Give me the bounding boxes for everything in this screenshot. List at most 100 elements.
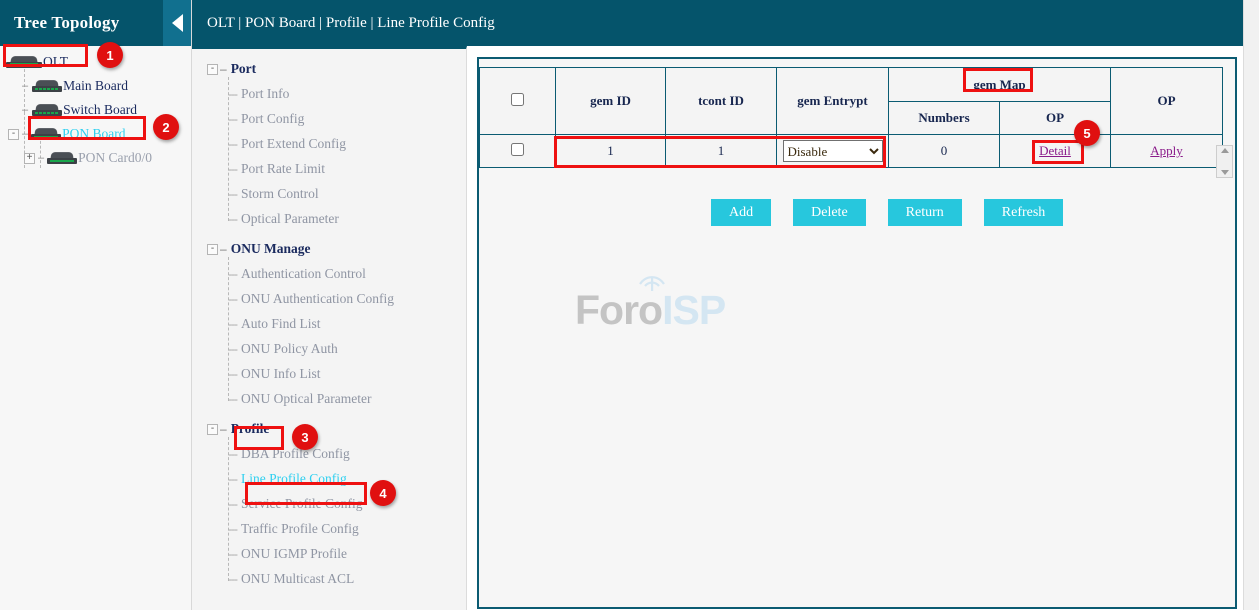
nav-item-label: Authentication Control [241, 266, 366, 282]
nav-group-onu-manage: - – ONU Manage ---Authentication Control… [192, 237, 466, 411]
main-content-area: ForoISP gem ID tcont ID gem Entrypt gem … [477, 57, 1237, 609]
select-all-checkbox[interactable] [511, 93, 524, 106]
nav-item-optical-parameter[interactable]: ---Optical Parameter [228, 206, 466, 231]
detail-link[interactable]: Detail [1039, 143, 1071, 158]
nav-tick-icon: --- [228, 367, 237, 381]
nav-group-label: ONU Manage [231, 241, 311, 257]
nav-expander-icon[interactable]: - [207, 64, 218, 75]
nav-item-label: ONU Info List [241, 366, 321, 382]
nav-tick-icon: --- [228, 522, 237, 536]
nav-item-authentication-control[interactable]: ---Authentication Control [228, 261, 466, 286]
nav-item-onu-optical-parameter[interactable]: ---ONU Optical Parameter [228, 386, 466, 411]
cell-numbers: 0 [889, 135, 1000, 168]
add-button[interactable]: Add [711, 199, 771, 226]
nav-item-onu-authentication-config[interactable]: --- ONU Authentication Config [228, 286, 466, 311]
nav-item-line-profile-config[interactable]: --- Line Profile Config [228, 466, 466, 491]
nav-item-label: Port Extend Config [241, 136, 346, 152]
caret-up-icon[interactable] [1221, 148, 1229, 153]
nav-item-port-info[interactable]: ---Port Info [228, 81, 466, 106]
annotation-badge-5: 5 [1074, 120, 1100, 146]
tree-branch-dash: – [22, 104, 28, 116]
nav-item-service-profile-config[interactable]: ---Service Profile Config [228, 491, 466, 516]
table-header-row-1: gem ID tcont ID gem Entrypt gem Map OP [480, 68, 1223, 102]
nav-item-label: Port Rate Limit [241, 161, 325, 177]
gem-entrypt-select[interactable]: Disable Enable [783, 140, 883, 162]
apply-link[interactable]: Apply [1150, 143, 1183, 158]
tree-node-label: OLT [43, 54, 68, 70]
return-button[interactable]: Return [888, 199, 962, 226]
nav-group-label: Profile [231, 421, 270, 437]
tree-panel-title: Tree Topology [0, 13, 119, 33]
nav-item-label: Storm Control [241, 186, 319, 202]
tree-expander-expand[interactable]: + [24, 153, 35, 164]
table-head: gem ID tcont ID gem Entrypt gem Map OP N… [480, 68, 1223, 135]
nav-tick-icon: --- [228, 292, 237, 306]
nav-group-port: - – Port ---Port Info ---Port Config ---… [192, 57, 466, 231]
row-checkbox[interactable] [511, 143, 524, 156]
nav-item-label: ONU Optical Parameter [241, 391, 371, 407]
device-board-icon [32, 80, 62, 93]
tree-node-olt[interactable]: OLT [0, 50, 191, 74]
table-vertical-scrollbar[interactable] [1216, 145, 1233, 178]
tree-branch-dash: – [38, 152, 44, 164]
nav-item-auto-find-list[interactable]: ---Auto Find List [228, 311, 466, 336]
annotation-badge-4: 4 [370, 480, 396, 506]
tree-node-label: PON Board [62, 126, 125, 142]
table-row: 1 1 Disable Enable 0 Detail Apply [480, 135, 1223, 168]
refresh-button[interactable]: Refresh [984, 199, 1064, 226]
nav-item-label: Auto Find List [241, 316, 321, 332]
page-scrollbar[interactable] [1243, 0, 1259, 610]
nav-group-label: Port [231, 61, 256, 77]
watermark-foro: Foro [575, 287, 662, 333]
cell-gem-id: 1 [556, 135, 666, 168]
delete-button[interactable]: Delete [793, 199, 866, 226]
header-gem-id: gem ID [556, 68, 666, 135]
nav-item-label: Line Profile Config [241, 471, 347, 487]
nav-tick-icon: --- [228, 162, 237, 176]
nav-item-label: Port Config [241, 111, 304, 127]
nav-expander-icon[interactable]: - [207, 424, 218, 435]
header-op: OP [1111, 68, 1223, 135]
foroisp-watermark: ForoISP [575, 287, 725, 334]
nav-item-onu-info-list[interactable]: --- ONU Info List [228, 361, 466, 386]
nav-tick-icon: --- [228, 137, 237, 151]
tree-node-label: Switch Board [63, 102, 137, 118]
table-body: 1 1 Disable Enable 0 Detail Apply [480, 135, 1223, 168]
sidebar-collapse-button[interactable] [163, 0, 191, 46]
nav-item-port-extend-config[interactable]: --- Port Extend Config [228, 131, 466, 156]
nav-item-traffic-profile-config[interactable]: --- Traffic Profile Config [228, 516, 466, 541]
tree-expander-collapse[interactable]: - [8, 129, 19, 140]
tree-node-main-board[interactable]: – Main Board [0, 74, 191, 98]
cell-op: Apply [1111, 135, 1223, 168]
device-olt-icon [6, 56, 42, 69]
nav-item-port-rate-limit[interactable]: --- Port Rate Limit [228, 156, 466, 181]
nav-tick-icon: --- [228, 472, 237, 486]
nav-expander-icon[interactable]: - [207, 244, 218, 255]
antenna-signal-icon [635, 269, 669, 291]
tree-body: OLT – Main Board – Switch Board - [0, 46, 191, 170]
nav-item-onu-igmp-profile[interactable]: ---ONU IGMP Profile [228, 541, 466, 566]
nav-tick-icon: --- [228, 342, 237, 356]
nav-group-header[interactable]: - – Port [192, 57, 466, 81]
nav-branch-dash: – [220, 62, 227, 76]
nav-item-onu-policy-auth[interactable]: --- ONU Policy Auth [228, 336, 466, 361]
tree-node-pon-card[interactable]: + – PON Card0/0 [0, 146, 191, 170]
caret-down-icon[interactable] [1221, 170, 1229, 175]
nav-item-storm-control[interactable]: ---Storm Control [228, 181, 466, 206]
page-root: Tree Topology OLT – [0, 0, 1259, 610]
nav-item-label: Port Info [241, 86, 289, 102]
nav-item-dba-profile-config[interactable]: ---DBA Profile Config [228, 441, 466, 466]
nav-item-label: ONU Policy Auth [241, 341, 338, 357]
header-gem-entrypt: gem Entrypt [777, 68, 889, 135]
nav-branch-dash: – [220, 242, 227, 256]
nav-tick-icon: --- [228, 547, 237, 561]
nav-group-header[interactable]: - – ONU Manage [192, 237, 466, 261]
nav-item-label: ONU Authentication Config [241, 291, 394, 307]
nav-item-port-config[interactable]: ---Port Config [228, 106, 466, 131]
nav-group-header[interactable]: - – Profile [192, 417, 466, 441]
nav-item-onu-multicast-acl[interactable]: ---ONU Multicast ACL [228, 566, 466, 591]
nav-item-label: Traffic Profile Config [241, 521, 359, 537]
select-all-header [480, 68, 556, 135]
tree-node-label: PON Card0/0 [78, 150, 152, 166]
breadcrumb: OLT | PON Board | Profile | Line Profile… [192, 0, 1259, 46]
